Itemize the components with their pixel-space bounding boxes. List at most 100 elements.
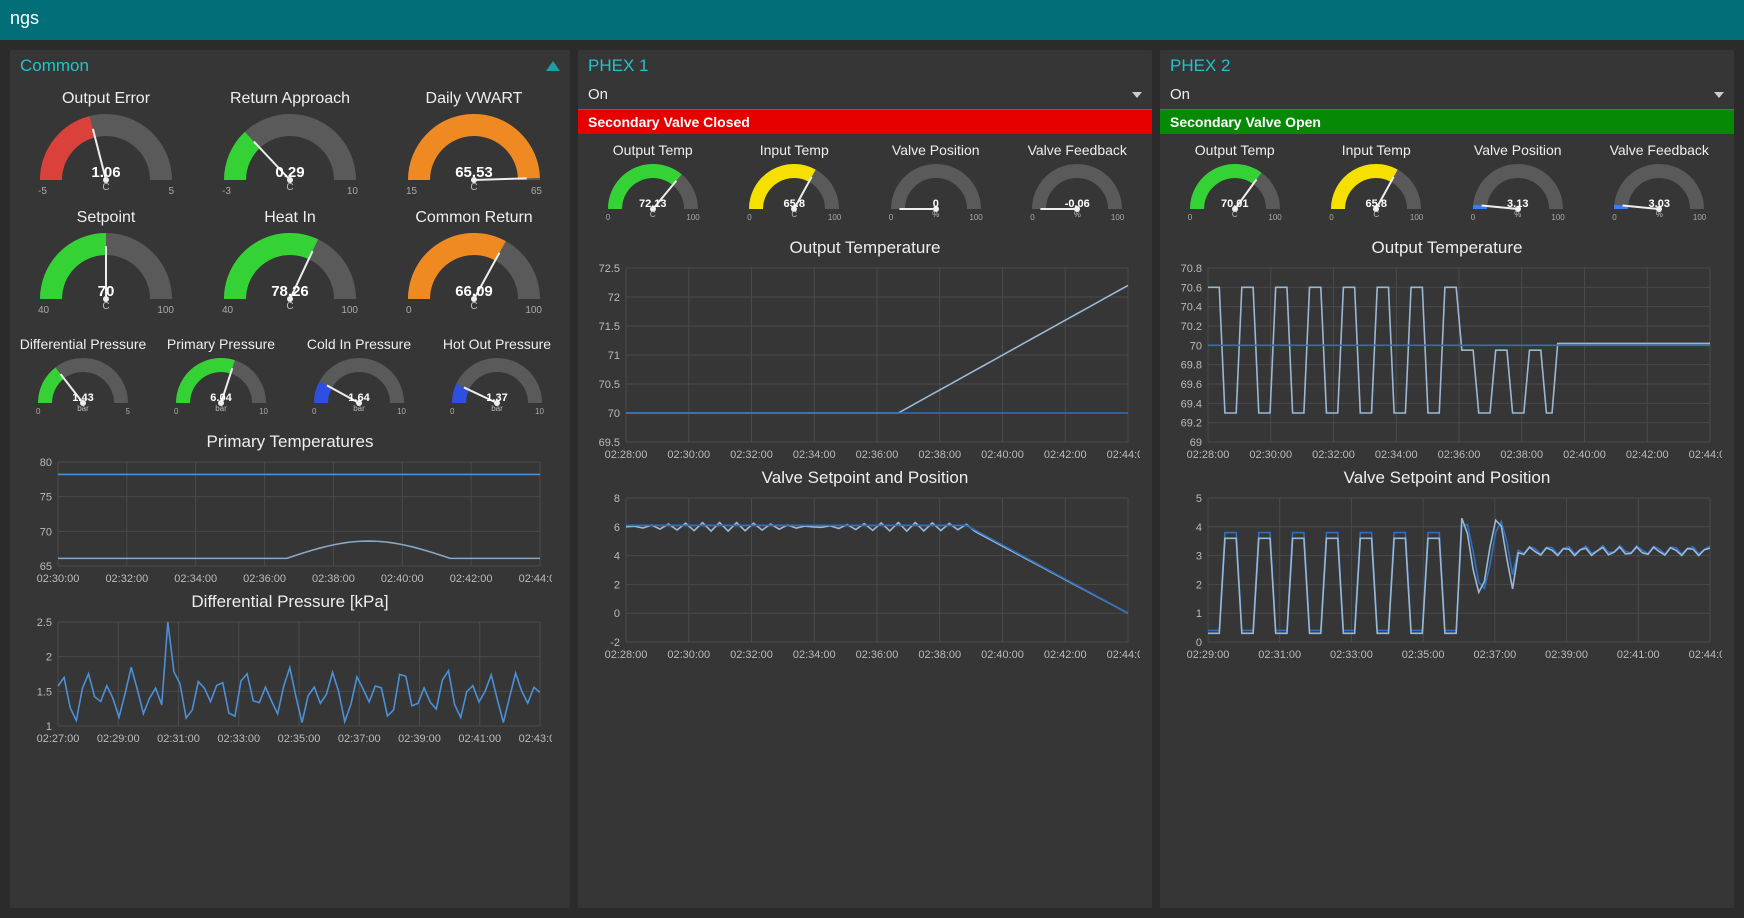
svg-text:-2: -2 <box>610 637 620 649</box>
phex-2-mode-value: On <box>1170 86 1190 103</box>
svg-text:02:44:00: 02:44:00 <box>1689 649 1722 661</box>
svg-text:02:32:00: 02:32:00 <box>1312 449 1355 461</box>
phex-2-mode-select[interactable]: On <box>1160 82 1734 110</box>
svg-text:70.5: 70.5 <box>599 379 620 391</box>
svg-text:75: 75 <box>40 492 52 504</box>
gauge-valve-feedback: Valve Feedback -0.06 % 0 100 <box>1007 138 1149 230</box>
svg-text:2: 2 <box>46 652 52 664</box>
svg-text:0: 0 <box>1196 637 1202 649</box>
svg-text:02:33:00: 02:33:00 <box>1330 649 1373 661</box>
gauge-label: Input Temp <box>760 142 829 158</box>
page-header: ngs <box>0 0 1744 40</box>
svg-text:0: 0 <box>614 608 620 620</box>
svg-text:80: 80 <box>40 457 52 469</box>
svg-text:69.6: 69.6 <box>1181 379 1202 391</box>
svg-text:3: 3 <box>1196 551 1202 563</box>
gauge-label: Heat In <box>264 209 316 227</box>
dashboard-body: Common Output Error 1.06 C -5 5 Return A… <box>0 40 1744 918</box>
gauge-label: Hot Out Pressure <box>443 336 551 352</box>
phex-1-gauges: Output Temp 72.13 C 0 100 Input Temp 65.… <box>578 134 1152 234</box>
svg-text:02:31:00: 02:31:00 <box>1258 649 1301 661</box>
phex-1-mode-select[interactable]: On <box>578 82 1152 110</box>
svg-text:02:38:00: 02:38:00 <box>1500 449 1543 461</box>
gauge-differential-pressure: Differential Pressure 1.43 bar 0 5 <box>14 332 152 424</box>
gauge-label: Valve Feedback <box>1028 142 1127 158</box>
svg-text:70.2: 70.2 <box>1181 321 1202 333</box>
gauge-output-error: Output Error 1.06 C -5 5 <box>14 86 198 205</box>
svg-text:02:34:00: 02:34:00 <box>174 573 217 585</box>
svg-text:02:42:00: 02:42:00 <box>450 573 493 585</box>
chart-phex-1-valve: -20246802:28:0002:30:0002:32:0002:34:000… <box>578 490 1152 664</box>
phex-2-gauges: Output Temp 70.01 C 0 100 Input Temp 65.… <box>1160 134 1734 234</box>
phex-1-status-bar: Secondary Valve Closed <box>578 110 1152 134</box>
gauge-input-temp: Input Temp 65.8 C 0 100 <box>724 138 866 230</box>
svg-text:02:43:00: 02:43:00 <box>519 733 552 745</box>
chart-title-phex1-valve: Valve Setpoint and Position <box>578 464 1152 490</box>
svg-text:02:31:00: 02:31:00 <box>157 733 200 745</box>
gauge-label: Differential Pressure <box>20 336 147 352</box>
svg-text:02:35:00: 02:35:00 <box>278 733 321 745</box>
gauge-label: Primary Pressure <box>167 336 275 352</box>
svg-text:02:36:00: 02:36:00 <box>1438 449 1481 461</box>
gauge-common-return: Common Return 66.09 C 0 100 <box>382 205 566 324</box>
svg-text:02:38:00: 02:38:00 <box>312 573 355 585</box>
svg-text:69.8: 69.8 <box>1181 360 1202 372</box>
svg-text:70: 70 <box>1190 340 1202 352</box>
svg-text:02:28:00: 02:28:00 <box>605 449 648 461</box>
svg-text:02:42:00: 02:42:00 <box>1044 649 1087 661</box>
gauge-label: Valve Position <box>1474 142 1562 158</box>
svg-text:02:44:00: 02:44:00 <box>1107 649 1140 661</box>
common-gauges-small: Differential Pressure 1.43 bar 0 5 Prima… <box>10 328 570 428</box>
phex-2-status-text: Secondary Valve Open <box>1170 114 1321 130</box>
gauge-label: Common Return <box>415 209 532 227</box>
svg-text:02:28:00: 02:28:00 <box>605 649 648 661</box>
phex-2-status-bar: Secondary Valve Open <box>1160 110 1734 134</box>
gauge-cold-in-pressure: Cold In Pressure 1.64 bar 0 10 <box>290 332 428 424</box>
svg-text:02:41:00: 02:41:00 <box>1617 649 1660 661</box>
svg-text:02:29:00: 02:29:00 <box>97 733 140 745</box>
svg-text:02:30:00: 02:30:00 <box>1249 449 1292 461</box>
svg-text:2: 2 <box>614 579 620 591</box>
svg-text:70: 70 <box>608 408 620 420</box>
collapse-icon[interactable] <box>546 61 560 71</box>
svg-text:02:30:00: 02:30:00 <box>37 573 80 585</box>
panel-common-title-row[interactable]: Common <box>10 50 570 82</box>
chart-title-diff-pressure: Differential Pressure [kPa] <box>10 588 570 614</box>
header-text: ngs <box>10 8 39 28</box>
svg-text:02:36:00: 02:36:00 <box>856 649 899 661</box>
svg-text:02:29:00: 02:29:00 <box>1187 649 1230 661</box>
gauge-heat-in: Heat In 78.26 C 40 100 <box>198 205 382 324</box>
svg-text:8: 8 <box>614 493 620 505</box>
chart-title-phex1-out: Output Temperature <box>578 234 1152 260</box>
gauge-output-temp: Output Temp 72.13 C 0 100 <box>582 138 724 230</box>
svg-text:02:27:00: 02:27:00 <box>37 733 80 745</box>
svg-text:70.8: 70.8 <box>1181 263 1202 275</box>
gauge-label: Cold In Pressure <box>307 336 411 352</box>
svg-text:02:32:00: 02:32:00 <box>730 449 773 461</box>
svg-text:02:40:00: 02:40:00 <box>1563 449 1606 461</box>
svg-text:02:41:00: 02:41:00 <box>458 733 501 745</box>
gauge-valve-position: Valve Position 0 % 0 100 <box>865 138 1007 230</box>
svg-text:4: 4 <box>614 551 620 563</box>
svg-text:02:37:00: 02:37:00 <box>338 733 381 745</box>
svg-text:02:44:00: 02:44:00 <box>1107 449 1140 461</box>
svg-text:70.6: 70.6 <box>1181 282 1202 294</box>
dropdown-icon <box>1132 92 1142 98</box>
svg-text:69.2: 69.2 <box>1181 418 1202 430</box>
chart-differential-pressure: 11.522.502:27:0002:29:0002:31:0002:33:00… <box>10 614 570 748</box>
gauge-label: Valve Feedback <box>1610 142 1709 158</box>
svg-text:1: 1 <box>1196 608 1202 620</box>
gauge-primary-pressure: Primary Pressure 6.04 bar 0 10 <box>152 332 290 424</box>
gauge-valve-position: Valve Position 3.13 % 0 100 <box>1447 138 1589 230</box>
phex-1-status-text: Secondary Valve Closed <box>588 114 750 130</box>
svg-text:72: 72 <box>608 292 620 304</box>
gauge-input-temp: Input Temp 65.8 C 0 100 <box>1306 138 1448 230</box>
svg-text:1.5: 1.5 <box>37 686 52 698</box>
svg-text:02:38:00: 02:38:00 <box>918 449 961 461</box>
svg-text:71: 71 <box>608 350 620 362</box>
chart-phex-2-valve: 01234502:29:0002:31:0002:33:0002:35:0002… <box>1160 490 1734 664</box>
svg-text:02:36:00: 02:36:00 <box>856 449 899 461</box>
gauge-return-approach: Return Approach 0.29 C -3 10 <box>198 86 382 205</box>
svg-text:02:34:00: 02:34:00 <box>793 649 836 661</box>
gauge-hot-out-pressure: Hot Out Pressure 1.37 bar 0 10 <box>428 332 566 424</box>
